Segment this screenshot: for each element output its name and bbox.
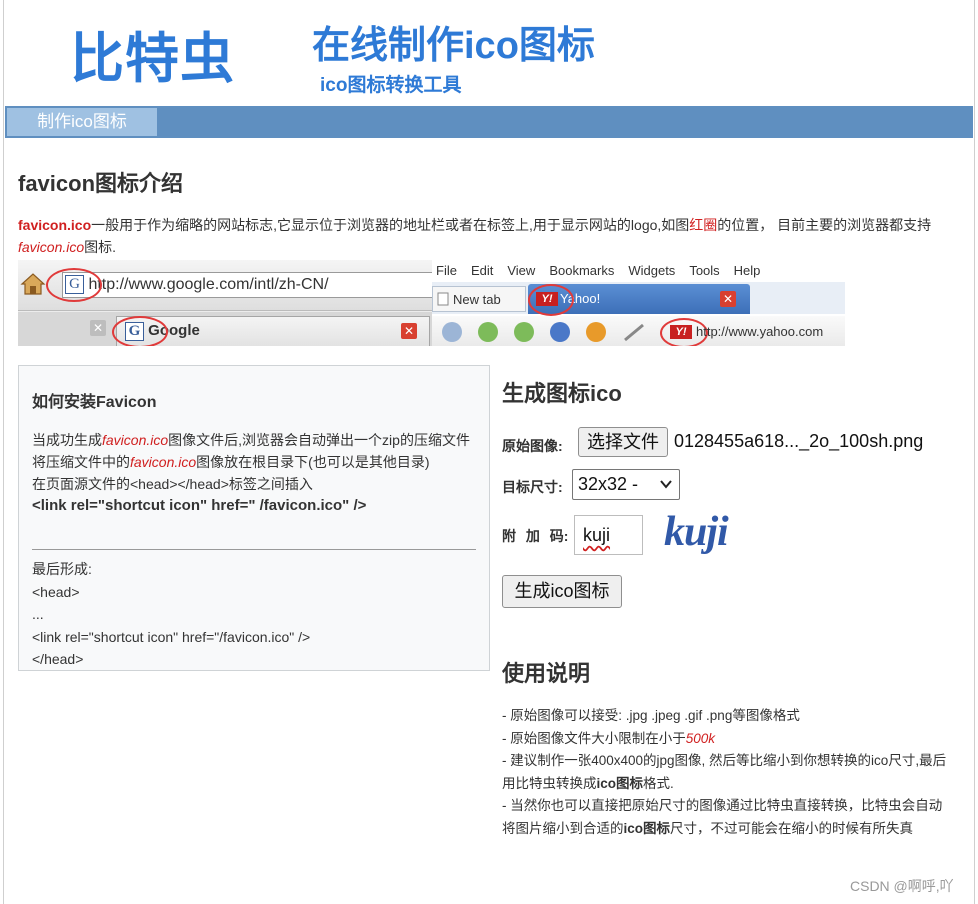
watermark: CSDN @啊呼,吖 — [850, 878, 954, 894]
captcha-image[interactable]: kuji — [664, 508, 729, 556]
usage-line-3-text-b: 格式. — [643, 775, 674, 791]
tab-make-ico[interactable]: 制作ico图标 — [7, 108, 157, 136]
menu-widgets: Widgets — [628, 263, 676, 278]
intro-text-2: 的位置， 目前主要的浏览器都支持 — [717, 217, 932, 233]
line1-text-b: 图像文件后,浏览器会自动弹出一个zip的压缩文件 — [168, 432, 470, 448]
target-size-label: 目标尺寸: — [502, 479, 563, 495]
nav-bar: 制作ico图标 — [5, 106, 973, 138]
menu-file: File — [436, 263, 457, 278]
size-limit: 500k — [685, 730, 716, 746]
line2-text-b: 图像放在根目录下(也可以是其他目录) — [196, 454, 430, 470]
install-instructions: 当成功生成favicon.ico图像文件后,浏览器会自动弹出一个zip的压缩文件… — [32, 429, 482, 517]
install-line-3: 在页面源文件的<head></head>标签之间插入 — [32, 476, 313, 492]
favicon-intro-heading: favicon图标介绍 — [18, 171, 184, 196]
usage-line-4-text-b: 尺寸，不过可能会在缩小的时候有所失真 — [670, 820, 914, 836]
selected-file-name: 0128455a618..._2o_100sh.png — [674, 431, 924, 451]
usage-line-1: - 原始图像可以接受: .jpg .jpeg .gif .png等图像格式 — [502, 708, 800, 723]
ie-nav-bar: Y! http://www.yahoo.com — [432, 316, 845, 346]
edit-icon — [624, 323, 644, 342]
favicon-term: favicon.ico — [18, 217, 92, 233]
forward-arrow-icon — [514, 322, 534, 342]
generate-heading: 生成图标ico — [502, 381, 622, 406]
usage-line-3-text-a: - 建议制作一张400x400的jpg图像, 然后等比缩小到你想转换的ico尺寸… — [502, 753, 947, 791]
back-icon — [442, 322, 462, 342]
ie-tab-new: New tab — [432, 286, 526, 312]
final-result-code: 最后形成: <head> ... <link rel="shortcut ico… — [32, 558, 310, 671]
usage-line-4: - 当然你也可以直接把原始尺寸的图像通过比特虫直接转换，比特虫会自动将图片缩小到… — [502, 795, 952, 840]
source-image-label: 原始图像: — [502, 438, 563, 454]
final-line: <link rel="shortcut icon" href="/favicon… — [32, 628, 311, 645]
highlight-circle — [112, 316, 168, 346]
target-size-select[interactable]: 32x32 - — [572, 469, 680, 500]
intro-favicon-italic: favicon.ico — [18, 239, 85, 255]
menu-help: Help — [733, 263, 761, 278]
highlight-circle — [46, 268, 102, 302]
target-size-value: 32x32 - — [578, 474, 639, 494]
final-line: <head> — [32, 583, 80, 600]
intro-text-3: 图标. — [84, 239, 117, 255]
ie-menu-bar: File Edit View Bookmarks Widgets Tools Help — [432, 260, 845, 282]
install-code-snippet: <link rel="shortcut icon" href=" /favico… — [32, 497, 367, 514]
install-heading: 如何安装Favicon — [32, 394, 157, 411]
line1-text-a: 当成功生成 — [32, 432, 102, 448]
final-line: ... — [32, 606, 44, 622]
divider — [32, 549, 476, 550]
install-favicon-box: 如何安装Favicon 当成功生成favicon.ico图像文件后,浏览器会自动… — [18, 365, 490, 671]
line1-favicon: favicon.ico — [102, 432, 169, 448]
usage-line-2-text: - 原始图像文件大小限制在小于 — [502, 730, 686, 746]
back-arrow-icon — [478, 322, 498, 342]
choose-file-button[interactable]: 选择文件 — [578, 427, 668, 457]
generate-ico-button[interactable]: 生成ico图标 — [502, 575, 622, 608]
install-line-1: 当成功生成favicon.ico图像文件后,浏览器会自动弹出一个zip的压缩文件 — [32, 429, 482, 451]
usage-line-4-bold: ico图标 — [623, 820, 671, 836]
final-line: </head> — [32, 651, 84, 667]
ie-url-text: http://www.yahoo.com — [696, 324, 824, 339]
page-title: 在线制作ico图标 — [312, 25, 595, 67]
menu-tools: Tools — [689, 263, 720, 278]
install-line-2: 将压缩文件中的favicon.ico图像放在根目录下(也可以是其他目录) — [32, 451, 482, 473]
line2-text-a: 将压缩文件中的 — [32, 454, 130, 470]
captcha-input[interactable]: kuji — [574, 515, 643, 555]
ie-tab-strip: New tab Y! Yahoo! ✕ — [432, 282, 845, 316]
page-subtitle: ico图标转换工具 — [320, 75, 462, 96]
intro-red-circle: 红圈 — [689, 217, 718, 233]
favicon-intro-text: favicon.ico一般用于作为缩略的网站标志,它显示位于浏览器的地址栏或者在… — [18, 214, 963, 258]
site-logo-text[interactable]: 比特虫 — [70, 14, 235, 93]
captcha-input-value: kuji — [583, 525, 611, 545]
reload-icon — [586, 322, 606, 342]
extra-code-label: 附 加 码: — [502, 528, 569, 544]
page-icon — [437, 292, 449, 306]
chevron-down-icon — [660, 480, 672, 489]
ie-tab-new-label: New tab — [453, 292, 501, 307]
ff-url-text: http://www.google.com/intl/zh-CN/ — [88, 276, 329, 293]
usage-heading: 使用说明 — [502, 661, 591, 686]
menu-edit: Edit — [470, 263, 494, 278]
home-icon — [20, 273, 46, 295]
browser2-example: File Edit View Bookmarks Widgets Tools Help Ne… — [432, 260, 845, 346]
highlight-circle — [528, 284, 574, 316]
ff-address-bar: G http://www.google.com/intl/zh-CN/ — [62, 272, 436, 298]
firefox-example: G http://www.google.com/intl/zh-CN/ ✕ G … — [18, 260, 436, 346]
close-icon: ✕ — [401, 323, 417, 339]
fast-forward-icon — [550, 322, 570, 342]
final-line: 最后形成: — [32, 561, 92, 577]
close-icon: ✕ — [720, 291, 736, 307]
close-icon: ✕ — [90, 320, 106, 336]
usage-line-3: - 建议制作一张400x400的jpg图像, 然后等比缩小到你想转换的ico尺寸… — [502, 750, 952, 795]
menu-view: View — [507, 263, 536, 278]
usage-instructions: - 原始图像可以接受: .jpg .jpeg .gif .png等图像格式 - … — [502, 705, 952, 840]
menu-bookmarks: Bookmarks — [549, 263, 615, 278]
usage-line-3-bold: ico图标 — [596, 775, 644, 791]
ff-toolbar: G http://www.google.com/intl/zh-CN/ — [18, 260, 436, 311]
browser-example-image: G http://www.google.com/intl/zh-CN/ ✕ G … — [18, 260, 845, 346]
ff-tab-strip: ✕ G Google ✕ — [18, 312, 432, 346]
intro-text-1: 一般用于作为缩略的网站标志,它显示位于浏览器的地址栏或者在标签上,用于显示网站的… — [91, 217, 690, 233]
line2-favicon: favicon.ico — [130, 454, 197, 470]
usage-line-2: - 原始图像文件大小限制在小于500k — [502, 728, 952, 751]
